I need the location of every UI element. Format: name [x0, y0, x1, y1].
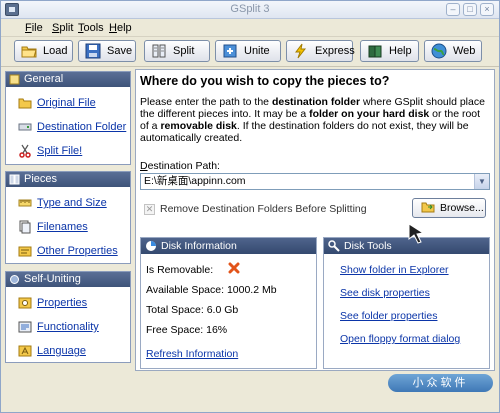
menu-file[interactable]: File — [25, 22, 43, 34]
available-space: Available Space: 1000.2 Mb — [146, 284, 277, 296]
sidebar-item-type-and-size[interactable]: Type and Size — [18, 196, 107, 210]
sidebar-group-self-uniting-title: Self-Uniting — [24, 273, 81, 285]
general-icon — [9, 74, 20, 85]
unite-icon — [222, 43, 238, 59]
ruler-icon — [18, 196, 32, 210]
load-button[interactable]: Load — [14, 40, 73, 62]
language-icon — [18, 344, 32, 358]
scissors-icon — [18, 144, 32, 158]
destination-path-label: Destination Path: — [140, 160, 220, 172]
sidebar-item-filenames[interactable]: Filenames — [18, 220, 88, 234]
web-button[interactable]: Web — [424, 40, 482, 62]
disk-pie-icon — [145, 240, 157, 252]
globe-icon — [431, 43, 447, 59]
title-bar[interactable]: GSplit 3 – □ × — [1, 1, 499, 19]
remove-folders-checkbox[interactable]: ✕ — [144, 203, 155, 215]
save-button[interactable]: Save — [78, 40, 136, 62]
split-label: Split — [173, 45, 195, 57]
refresh-information-link[interactable]: Refresh Information — [146, 348, 238, 360]
window-title: GSplit 3 — [230, 3, 270, 15]
save-disk-icon — [85, 43, 101, 59]
unite-label: Unite — [244, 45, 270, 57]
sidebar-group-general-header[interactable]: General — [6, 72, 130, 87]
free-space: Free Space: 16% — [146, 324, 228, 336]
menu-bar: File Split Tools Help — [1, 19, 499, 37]
chevron-down-icon[interactable]: ▼ — [474, 174, 489, 189]
is-removable-label: Is Removable: — [146, 264, 214, 276]
total-space: Total Space: 6.0 Gb — [146, 304, 239, 316]
express-label: Express — [315, 45, 355, 57]
disk-information-header: Disk Information — [141, 238, 316, 254]
sidebar-group-pieces-header[interactable]: Pieces — [6, 172, 130, 187]
menu-help[interactable]: Help — [109, 22, 132, 34]
show-folder-in-explorer-link[interactable]: Show folder in Explorer — [340, 264, 449, 276]
web-label: Web — [453, 45, 476, 57]
sidebar-item-language[interactable]: Language — [18, 344, 86, 358]
unite-button[interactable]: Unite — [215, 40, 281, 62]
split-button[interactable]: Split — [144, 40, 210, 62]
main-panel: Where do you wish to copy the pieces to?… — [135, 69, 495, 371]
see-folder-properties-link[interactable]: See folder properties — [340, 310, 437, 322]
remove-folders-label: Remove Destination Folders Before Splitt… — [160, 203, 367, 215]
help-button[interactable]: Help — [360, 40, 419, 62]
disk-information-panel: Disk Information Is Removable: Available… — [140, 237, 317, 369]
load-label: Load — [43, 45, 68, 57]
watermark-badge: 小众软件 — [388, 374, 493, 392]
folder-open-icon — [21, 43, 37, 59]
open-floppy-format-dialog-link[interactable]: Open floppy format dialog — [340, 333, 460, 345]
sidebar-group-self-uniting: Self-Uniting Properties Functionality La… — [5, 271, 131, 363]
sidebar-group-self-uniting-header[interactable]: Self-Uniting — [6, 272, 130, 287]
sidebar-item-destination-folder[interactable]: Destination Folder — [18, 120, 126, 134]
close-button[interactable]: × — [480, 3, 494, 16]
drive-icon — [18, 120, 32, 134]
browse-button[interactable]: Browse... — [412, 198, 486, 218]
tools-icon — [328, 240, 340, 252]
menu-tools[interactable]: Tools — [78, 22, 104, 34]
sidebar-group-pieces-title: Pieces — [24, 173, 58, 185]
sidebar-item-functionality[interactable]: Functionality — [18, 320, 99, 334]
save-label: Save — [107, 45, 133, 57]
self-uniting-icon — [9, 274, 20, 285]
express-button[interactable]: Express — [286, 40, 355, 62]
sidebar-item-split-file[interactable]: Split File! — [18, 144, 82, 158]
properties-icon — [18, 244, 32, 258]
sidebar-group-general-title: General — [24, 73, 64, 85]
sidebar: General Original File Destination Folder… — [5, 69, 131, 365]
browse-folder-icon — [421, 200, 435, 217]
sidebar-group-general: General Original File Destination Folder… — [5, 71, 131, 165]
files-icon — [18, 220, 32, 234]
app-window: GSplit 3 – □ × File Split Tools Help Loa… — [0, 0, 500, 413]
help-label: Help — [389, 45, 412, 57]
menu-split[interactable]: Split — [52, 22, 73, 34]
lightning-icon — [293, 43, 309, 59]
sidebar-item-original-file[interactable]: Original File — [18, 96, 96, 110]
destination-path-combobox[interactable]: E:\新桌面\appinn.com ▼ — [140, 173, 490, 190]
minimize-button[interactable]: – — [446, 3, 460, 16]
split-icon — [151, 43, 167, 59]
maximize-button[interactable]: □ — [463, 3, 477, 16]
cross-icon — [228, 262, 240, 277]
destination-path-value: E:\新桌面\appinn.com — [144, 175, 246, 187]
pieces-icon — [9, 174, 20, 185]
page-title: Where do you wish to copy the pieces to? — [140, 74, 390, 88]
disk-information-title: Disk Information — [161, 240, 237, 252]
functionality-icon — [18, 320, 32, 334]
disk-tools-panel: Disk Tools Show folder in Explorer See d… — [323, 237, 490, 369]
sidebar-item-properties[interactable]: Properties — [18, 296, 87, 310]
remove-folders-option[interactable]: ✕ Remove Destination Folders Before Spli… — [144, 203, 367, 215]
properties-gear-icon — [18, 296, 32, 310]
browse-label: Browse... — [440, 202, 484, 214]
sidebar-item-other-properties[interactable]: Other Properties — [18, 244, 118, 258]
sidebar-group-pieces: Pieces Type and Size Filenames Other Pro… — [5, 171, 131, 264]
see-disk-properties-link[interactable]: See disk properties — [340, 287, 430, 299]
description-text: Please enter the path to the destination… — [140, 96, 485, 144]
disk-tools-title: Disk Tools — [344, 240, 392, 252]
disk-tools-header: Disk Tools — [324, 238, 489, 254]
folder-icon — [18, 96, 32, 110]
toolbar: Load Save Split Unite Express Help Web — [1, 37, 499, 67]
help-book-icon — [367, 43, 383, 59]
